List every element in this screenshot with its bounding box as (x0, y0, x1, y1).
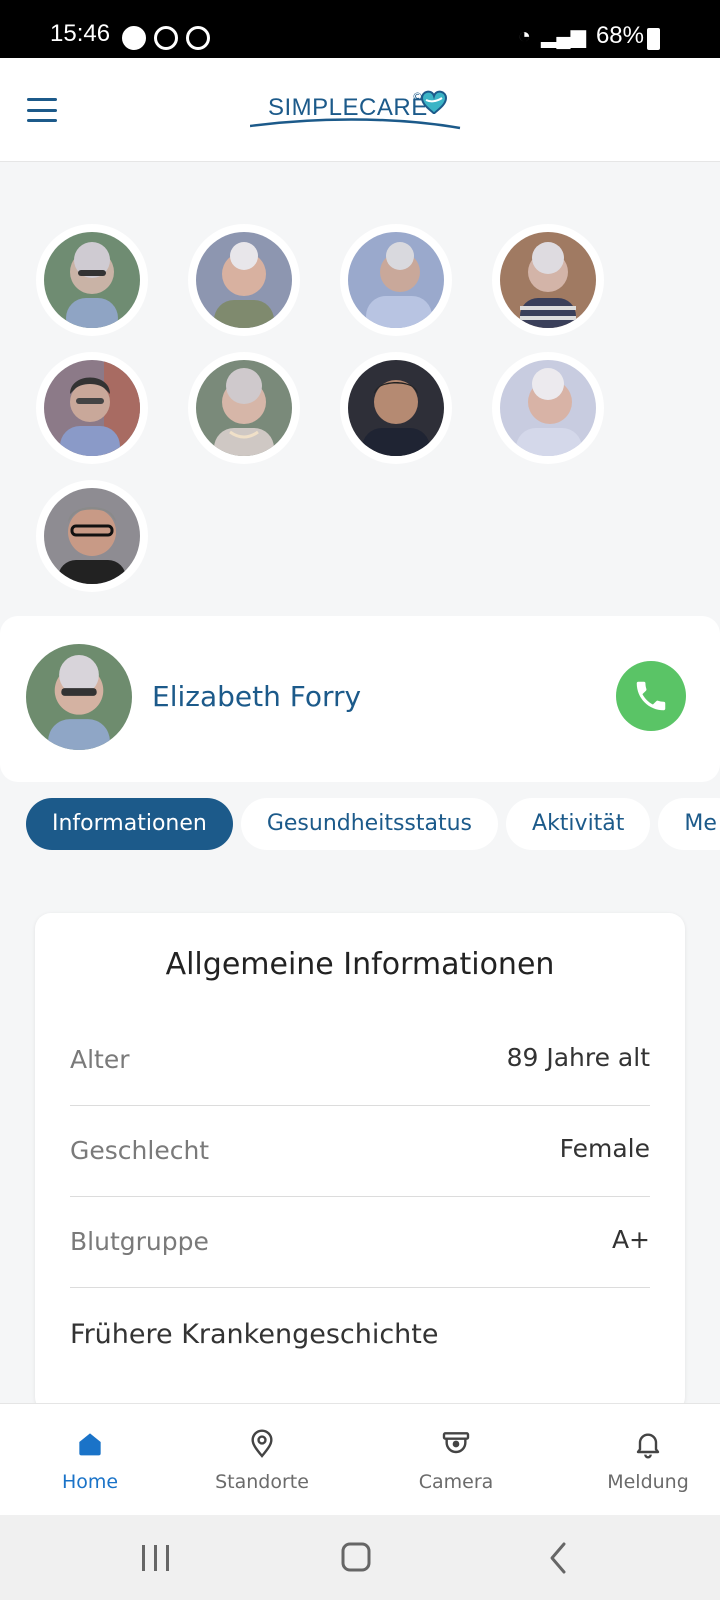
tab-aktivitaet[interactable]: Aktivität (506, 798, 651, 850)
info-label: Blutgruppe (70, 1227, 209, 1256)
wifi-icon: ◔ (517, 23, 532, 48)
resident-avatar[interactable] (188, 352, 300, 464)
system-navigation-bar (0, 1515, 720, 1600)
nav-camera[interactable]: Camera (366, 1404, 546, 1516)
heart-logo-icon (250, 90, 461, 130)
nav-label: Meldung (607, 1471, 689, 1493)
signal-icon: ▂▄▆ (541, 25, 586, 48)
bell-icon (636, 1433, 660, 1459)
resident-photo (348, 360, 444, 456)
info-label: Alter (70, 1045, 130, 1074)
notification-icons (122, 26, 210, 50)
home-button-icon[interactable] (336, 1541, 376, 1575)
resident-avatar[interactable] (492, 224, 604, 336)
status-right: ◔ ▂▄▆ 68% (518, 22, 662, 50)
status-bar: 15:46 ◔ ▂▄▆ 68% (0, 0, 720, 58)
status-time: 15:46 (50, 20, 111, 47)
nav-label: Standorte (215, 1471, 309, 1493)
resident-avatar[interactable] (188, 224, 300, 336)
resident-photo (500, 360, 596, 456)
tab-gesundheitsstatus[interactable]: Gesundheitsstatus (240, 798, 499, 850)
nav-home[interactable]: Home (0, 1404, 180, 1516)
profile-photo (26, 644, 132, 750)
resident-avatar[interactable] (340, 224, 452, 336)
battery-percent: 68% (595, 22, 644, 49)
info-title: Allgemeine Informationen (165, 947, 555, 982)
resident-name: Elizabeth Forry (152, 680, 362, 713)
recent-apps-icon[interactable] (136, 1541, 176, 1575)
app-header: SIMPLECARE © (0, 58, 720, 162)
history-heading: Frühere Krankengeschichte (70, 1319, 439, 1350)
resident-avatar[interactable] (36, 352, 148, 464)
nav-label: Home (61, 1471, 119, 1493)
resident-photo (44, 360, 140, 456)
info-value: Female (559, 1134, 650, 1163)
battery-icon (647, 28, 660, 50)
phone-icon (636, 681, 666, 711)
resident-photo (196, 232, 292, 328)
camera-icon (442, 1432, 470, 1454)
sync-icon (186, 26, 210, 50)
resident-photo (44, 488, 140, 584)
info-value: A+ (611, 1225, 650, 1254)
call-button[interactable] (616, 661, 686, 731)
resident-avatar[interactable] (492, 352, 604, 464)
tab-informationen[interactable]: Informationen (26, 798, 233, 850)
info-row-age: Alter 89 Jahre alt (70, 1015, 650, 1106)
whatsapp-icon (154, 26, 178, 50)
menu-icon[interactable] (27, 98, 57, 122)
simplecare-logo: SIMPLECARE © (250, 86, 472, 136)
info-value: 89 Jahre alt (506, 1043, 650, 1072)
home-icon (79, 1433, 101, 1456)
profile-avatar[interactable] (26, 644, 132, 750)
info-row-gender: Geschlecht Female (70, 1106, 650, 1197)
bottom-navigation: Home Standorte Camera Meldung (0, 1403, 720, 1515)
app-notification-icon (122, 26, 146, 50)
nav-standorte[interactable]: Standorte (172, 1404, 352, 1516)
back-icon[interactable] (540, 1541, 580, 1575)
resident-avatar[interactable] (36, 480, 148, 592)
tab-more[interactable]: Me (658, 798, 720, 850)
nav-label: Camera (418, 1471, 494, 1493)
resident-photo (44, 232, 140, 328)
resident-photo (196, 360, 292, 456)
resident-photo (500, 232, 596, 328)
resident-avatar[interactable] (340, 352, 452, 464)
info-row-blood-type: Blutgruppe A+ (70, 1197, 650, 1288)
location-pin-icon (251, 1429, 273, 1458)
nav-meldung[interactable]: Meldung (558, 1404, 720, 1516)
profile-tabs: Informationen Gesundheitsstatus Aktivität M… (26, 798, 720, 850)
resident-avatar[interactable] (36, 224, 148, 336)
resident-photo (348, 232, 444, 328)
selected-resident-card: Elizabeth Forry (0, 616, 720, 782)
general-info-card: Allgemeine Informationen Alter 89 Jahre … (35, 913, 685, 1413)
info-label: Geschlecht (70, 1136, 210, 1165)
